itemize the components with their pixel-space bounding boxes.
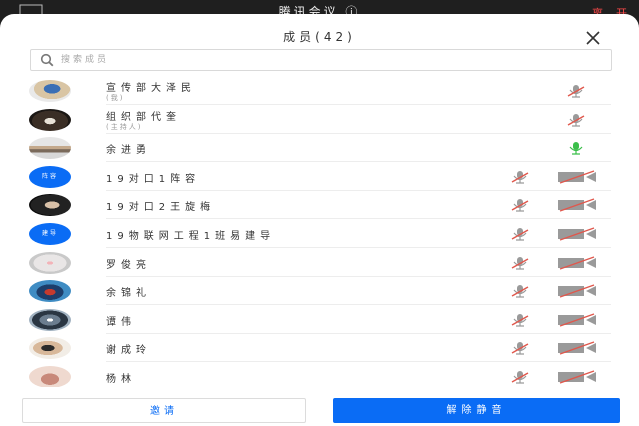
member-row[interactable]: 建导 19物联网工程1班易建导: [0, 220, 639, 248]
camera-off-icon[interactable]: [556, 227, 600, 241]
mic-muted-icon[interactable]: [510, 284, 530, 298]
member-name: 余进勇: [106, 145, 151, 157]
member-role: (我): [106, 94, 125, 102]
mic-muted-icon[interactable]: [510, 341, 530, 355]
avatar: [29, 366, 71, 387]
mic-muted-icon[interactable]: [510, 370, 530, 384]
avatar: [29, 80, 71, 102]
mic-muted-icon[interactable]: [510, 227, 530, 241]
camera-off-icon[interactable]: [556, 255, 600, 270]
mic-muted-icon[interactable]: [566, 84, 586, 98]
member-name: 杨林: [106, 374, 136, 385]
camera-off-icon[interactable]: [556, 370, 600, 384]
camera-off-icon[interactable]: [556, 313, 600, 327]
member-row[interactable]: 组织部代奎 (主持人): [0, 106, 639, 134]
close-button[interactable]: [585, 30, 601, 46]
mic-muted-icon[interactable]: [510, 313, 530, 327]
search-icon: [40, 53, 54, 67]
member-list[interactable]: 宣传部大泽民 (我) 组织部代奎 (主持人) 余进勇 阵容 19对口1阵容 19对口2王旋梅建…: [0, 77, 639, 387]
avatar: [29, 137, 71, 160]
camera-off-icon[interactable]: [556, 341, 600, 356]
search-box[interactable]: [30, 49, 612, 71]
avatar: [29, 337, 71, 360]
camera-off-icon[interactable]: [556, 284, 600, 298]
members-panel: 成员(42) 宣传部大泽民(我)组织部代奎(主持人)余进勇阵容19对口1阵容19…: [0, 14, 639, 426]
search-input[interactable]: [61, 52, 601, 67]
avatar: [29, 251, 71, 274]
member-row[interactable]: 杨林: [0, 363, 639, 387]
member-role: (主持人): [106, 122, 143, 131]
avatar: [29, 194, 71, 217]
avatar: [29, 108, 71, 131]
avatar: [29, 280, 71, 303]
camera-off-icon[interactable]: [556, 198, 600, 213]
member-row[interactable]: 谭伟: [0, 306, 639, 334]
member-name: 组织部代奎: [106, 111, 181, 123]
member-row[interactable]: 余进勇: [0, 134, 639, 163]
member-row[interactable]: 阵容 19对口1阵容: [0, 163, 639, 191]
avatar-badge: 建导: [29, 223, 71, 245]
mic-muted-icon[interactable]: [510, 198, 530, 212]
member-name: 19物联网工程1班易建导: [106, 231, 276, 242]
unmute-all-button[interactable]: 解除静音: [333, 398, 620, 423]
member-name: 19对口1阵容: [106, 173, 201, 185]
mic-muted-icon[interactable]: [566, 113, 586, 127]
member-name: 余锦礼: [106, 288, 151, 300]
mic-muted-icon[interactable]: [510, 170, 530, 184]
mic-on-icon[interactable]: [566, 141, 586, 155]
invite-button[interactable]: 邀请: [22, 398, 306, 423]
member-name: 罗俊亮: [106, 259, 151, 271]
avatar-badge: 阵容: [29, 165, 71, 188]
member-row[interactable]: 余锦礼: [0, 277, 639, 306]
member-row[interactable]: 19对口2王旋梅: [0, 191, 639, 220]
panel-title: 成员(42): [283, 30, 356, 44]
mic-muted-icon[interactable]: [510, 256, 530, 270]
member-name: 宣传部大泽民: [106, 83, 196, 94]
camera-off-icon[interactable]: [556, 170, 600, 184]
member-name: 19对口2王旋梅: [106, 202, 216, 214]
member-row[interactable]: 罗俊亮: [0, 249, 639, 277]
member-row[interactable]: 宣传部大泽民 (我): [0, 77, 639, 105]
member-name: 谢成玲: [106, 345, 151, 357]
close-icon: [586, 31, 600, 45]
member-name: 谭伟: [106, 316, 136, 328]
panel-footer: 邀请 解除静音: [0, 387, 639, 426]
member-row[interactable]: 谢成玲: [0, 334, 639, 363]
avatar: [29, 308, 71, 331]
